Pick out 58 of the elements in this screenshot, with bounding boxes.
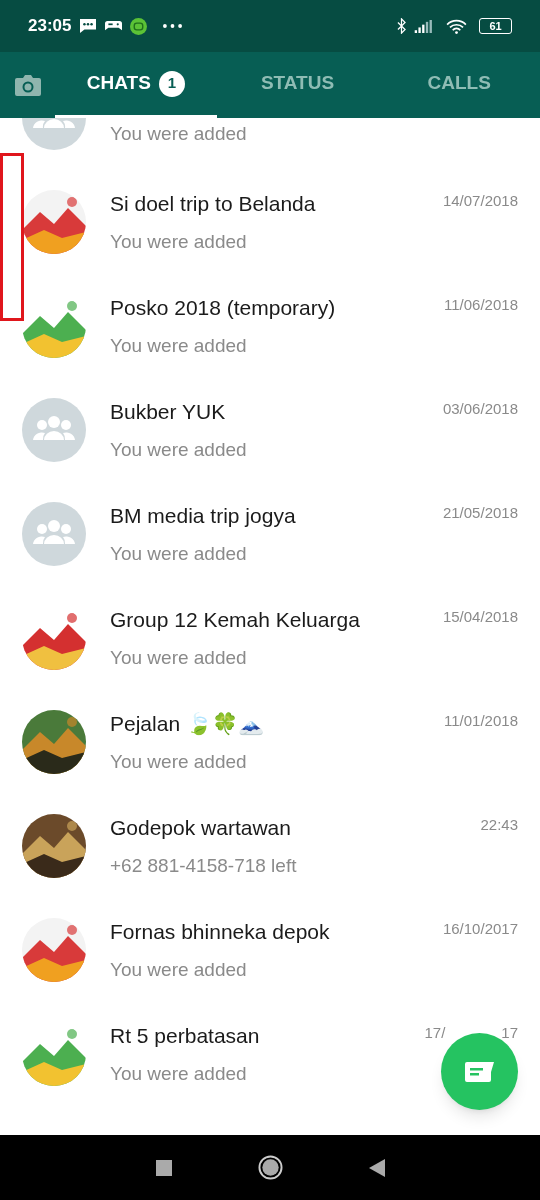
chat-preview: You were added — [110, 646, 247, 670]
chat-name: Godepok wartawan — [110, 814, 292, 841]
clock: 23:05 — [28, 15, 72, 38]
chat-name: Posko 2018 (temporary) — [110, 294, 337, 321]
tab[interactable]: STATUS — [216, 52, 379, 118]
back-icon[interactable] — [368, 1158, 385, 1177]
home-icon[interactable] — [257, 1155, 283, 1180]
chat-preview: You were added — [110, 1062, 247, 1086]
app-badge-icon — [130, 17, 148, 35]
bluetooth-icon — [397, 18, 406, 34]
chat-name: Fornas bhinneka depok — [110, 918, 331, 945]
group-avatar-icon — [22, 502, 86, 566]
chat-time: 15/04/2018 — [442, 606, 518, 627]
chat-preview: You were added — [110, 750, 247, 774]
chat-preview: You were added — [110, 334, 247, 358]
battery-indicator: 61 — [479, 18, 512, 34]
more-icon — [163, 24, 183, 28]
chat-row[interactable]: Pejalan 🍃🍀🗻 11/01/2018 You were added — [0, 690, 540, 794]
chat-row[interactable]: Fornas bhinneka depok 16/10/2017 You were added — [0, 898, 540, 1002]
chat-preview: You were added — [110, 122, 247, 147]
tab[interactable]: CHATS 1 — [55, 52, 217, 118]
recents-icon[interactable] — [155, 1159, 172, 1176]
tab[interactable]: CALLS — [378, 52, 540, 118]
chat-row[interactable]: BM media trip jogya 21/05/2018 You were added — [0, 482, 540, 586]
chat-preview: You were added — [110, 438, 247, 462]
chat-name: Group 12 Kemah Keluarga — [110, 606, 361, 633]
chat-preview: +62 881-4158-718 left — [110, 854, 297, 878]
chat-row[interactable]: Group 12 Kemah Keluarga 15/04/2018 You were added — [0, 586, 540, 690]
chat-row[interactable]: Si doel trip to Belanda 14/07/2018 You were added — [0, 170, 540, 274]
chat-time: 03/06/2018 — [442, 398, 518, 419]
camera-icon[interactable] — [13, 73, 42, 97]
chat-name: Pejalan 🍃🍀🗻 — [110, 710, 265, 737]
chat-time: 11/06/2018 — [444, 294, 518, 315]
message-icon — [464, 1060, 495, 1083]
signal-icon — [414, 19, 434, 33]
message-icon — [79, 18, 98, 34]
chat-name: Si doel trip to Belanda — [110, 190, 317, 217]
chat-time: 11/01/2018 — [444, 710, 518, 731]
chat-row[interactable]: Posko 2018 (temporary) 11/06/2018 You were added — [0, 274, 540, 378]
chat-time: 17 — [501, 1022, 518, 1043]
chat-name: BM media trip jogya — [110, 502, 297, 529]
chat-time: 16/10/2017 — [442, 918, 518, 939]
chat-preview: You were added — [110, 542, 247, 566]
chat-row[interactable]: Godepok wartawan 22:43 +62 881-4158-718 left — [0, 794, 540, 898]
chat-time: 14/07/2018 — [442, 190, 518, 211]
chat-name: Bukber YUK — [110, 398, 227, 425]
chat-row[interactable]: Bukber YUK 03/06/2018 You were added — [0, 378, 540, 482]
chat-preview: You were added — [110, 958, 247, 982]
chat-time: 17/ — [424, 1022, 446, 1043]
chat-name: Rt 5 perbatasan — [110, 1022, 261, 1049]
unread-count: 1 — [158, 70, 185, 97]
group-avatar-icon — [22, 398, 86, 462]
gamepad-icon — [105, 19, 123, 33]
chat-preview: You were added — [110, 230, 247, 254]
chat-time: 21/05/2018 — [442, 502, 518, 523]
chat-row[interactable]: Rt 5 perbatasan 17/ 17 You were added — [0, 1002, 540, 1106]
wifi-icon — [446, 18, 467, 34]
chat-time: 22:43 — [480, 814, 518, 835]
